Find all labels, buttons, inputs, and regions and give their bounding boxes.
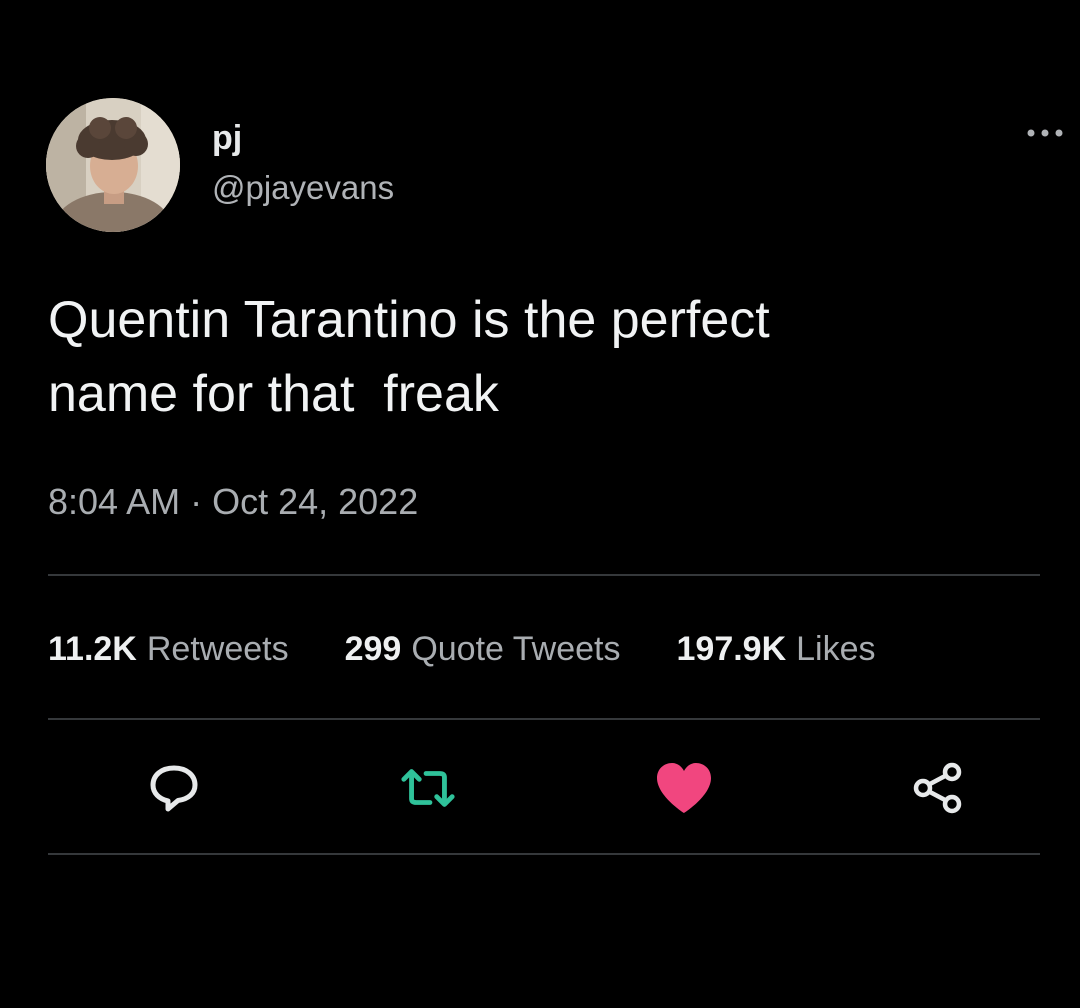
avatar[interactable]: [46, 98, 180, 232]
engagement-stats: 11.2K Retweets 299 Quote Tweets 197.9K L…: [48, 625, 932, 673]
likes-stat[interactable]: 197.9K Likes: [677, 625, 876, 673]
likes-label: Likes: [796, 630, 876, 668]
likes-count: 197.9K: [676, 630, 787, 668]
speech-bubble-icon: [150, 765, 198, 812]
divider: [48, 574, 1040, 576]
more-options-button[interactable]: [1018, 118, 1072, 148]
retweet-icon: [401, 769, 455, 807]
tweet-text: Quentin Tarantino is the perfect name fo…: [48, 291, 770, 423]
author-handle[interactable]: @pjayevans: [212, 168, 394, 208]
retweets-count: 11.2K: [48, 630, 137, 668]
retweet-button[interactable]: [398, 758, 458, 818]
ellipsis-icon: [1027, 129, 1063, 137]
reply-button[interactable]: [144, 758, 204, 818]
quote-tweets-stat[interactable]: 299 Quote Tweets: [345, 625, 621, 673]
divider: [48, 718, 1040, 720]
author-display-name[interactable]: pj: [212, 118, 242, 158]
quote-tweets-label: Quote Tweets: [411, 630, 621, 668]
share-icon: [913, 762, 962, 814]
quote-tweets-count: 299: [344, 630, 402, 668]
heart-icon: [657, 763, 711, 813]
avatar-photo: [46, 98, 180, 232]
retweets-label: Retweets: [146, 630, 289, 668]
divider: [48, 853, 1040, 855]
like-button[interactable]: [654, 758, 714, 818]
retweets-stat[interactable]: 11.2K Retweets: [48, 625, 289, 673]
tweet-timestamp[interactable]: 8:04 AM · Oct 24, 2022: [48, 480, 418, 524]
share-button[interactable]: [908, 758, 968, 818]
